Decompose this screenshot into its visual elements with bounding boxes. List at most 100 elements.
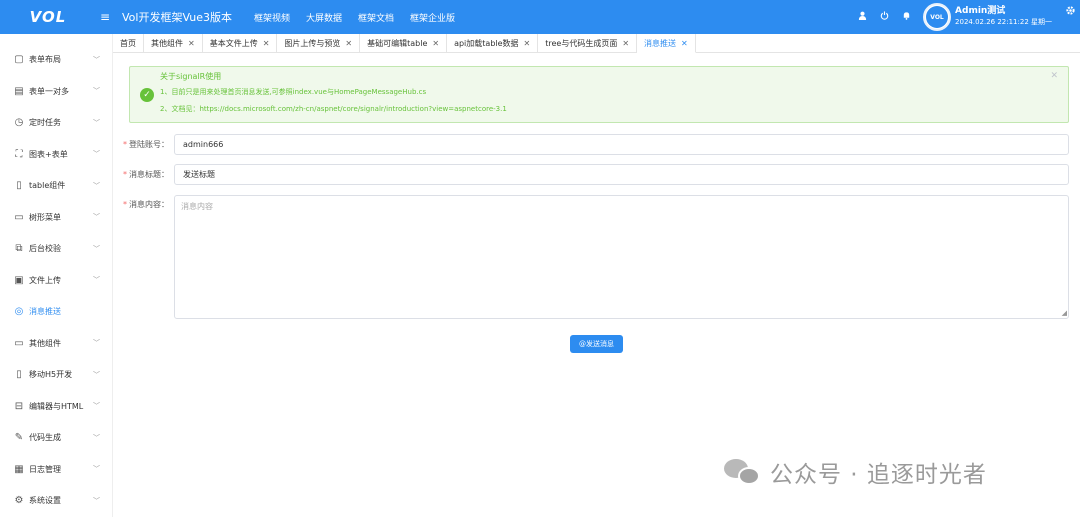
tab-label: tree与代码生成页面 bbox=[545, 39, 618, 48]
clock-icon: ◷ bbox=[14, 117, 24, 129]
close-icon[interactable]: ✕ bbox=[524, 39, 531, 48]
tab-label: 消息推送 bbox=[644, 38, 677, 48]
bell-icon[interactable] bbox=[895, 11, 917, 23]
sidebar-item-label: 表单布局 bbox=[29, 55, 61, 65]
account-value: admin666 bbox=[183, 140, 224, 149]
chevron-down-icon: ﹀ bbox=[93, 276, 100, 285]
tab-label: 首页 bbox=[120, 39, 136, 48]
tab-label: 基础可编辑table bbox=[367, 39, 428, 48]
chevron-down-icon: ﹀ bbox=[93, 370, 100, 379]
sidebar-item-message-push[interactable]: ◎ 消息推送 bbox=[0, 296, 112, 328]
sidebar-item-label: 树形菜单 bbox=[29, 212, 61, 222]
close-icon[interactable]: ✕ bbox=[345, 39, 352, 48]
chevron-down-icon: ﹀ bbox=[93, 150, 100, 159]
tab-home[interactable]: 首页 bbox=[113, 34, 144, 53]
sidebar-item-log-management[interactable]: ▦ 日志管理 ﹀ bbox=[0, 454, 112, 486]
close-icon[interactable]: ✕ bbox=[622, 39, 629, 48]
content-textarea[interactable]: 消息内容 ◢ bbox=[174, 195, 1069, 319]
subject-input[interactable]: 发送标题 bbox=[174, 164, 1069, 185]
user-time: 2024.02.26 22:11:22 星期一 bbox=[955, 18, 1052, 26]
chat-icon: ◎ bbox=[14, 306, 24, 318]
sidebar-item-system-settings[interactable]: ⚙ 系统设置 ﹀ bbox=[0, 485, 112, 517]
sidebar-item-label: 代码生成 bbox=[29, 433, 61, 443]
phone-icon: ▯ bbox=[16, 369, 22, 381]
sidebar-item-label: 其他组件 bbox=[29, 338, 61, 348]
monitor-icon: ▭ bbox=[14, 337, 24, 349]
sidebar-item-table-component[interactable]: ▯ table组件 ﹀ bbox=[0, 170, 112, 202]
required-mark: * bbox=[123, 170, 127, 179]
top-link-video[interactable]: 框架视频 bbox=[254, 11, 290, 24]
tab-label: 基本文件上传 bbox=[209, 39, 258, 48]
sidebar-item-tree-menu[interactable]: ▭ 树形菜单 ﹀ bbox=[0, 202, 112, 234]
table-icon: ▤ bbox=[14, 85, 24, 97]
sidebar-item-label: 日志管理 bbox=[29, 464, 61, 474]
tab-label: api加载table数据 bbox=[454, 39, 519, 48]
sidebar-item-editor-html[interactable]: ⊟ 编辑器与HTML ﹀ bbox=[0, 391, 112, 423]
gear-icon[interactable] bbox=[1060, 5, 1080, 19]
sidebar-item-mobile-h5[interactable]: ▯ 移动H5开发 ﹀ bbox=[0, 359, 112, 391]
top-link-enterprise[interactable]: 框架企业版 bbox=[410, 11, 455, 24]
required-mark: * bbox=[123, 200, 127, 209]
account-input[interactable]: admin666 bbox=[174, 134, 1069, 155]
tab-label: 其他组件 bbox=[151, 39, 183, 48]
calendar-icon: ▦ bbox=[14, 463, 24, 475]
tab-editable-table[interactable]: 基础可编辑table ✕ bbox=[360, 34, 448, 53]
sidebar-item-label: 消息推送 bbox=[29, 307, 61, 317]
top-link-docs[interactable]: 框架文档 bbox=[358, 11, 394, 24]
tab-label: 图片上传与预览 bbox=[284, 39, 341, 48]
sidebar-item-label: 编辑器与HTML bbox=[29, 401, 84, 411]
watermark-text: 公众号 · 追逐时光者 bbox=[770, 462, 987, 488]
sidebar-item-label: table组件 bbox=[29, 181, 66, 191]
close-icon[interactable]: ✕ bbox=[188, 39, 195, 48]
chevron-down-icon: ﹀ bbox=[93, 402, 100, 411]
sidebar-item-label: 后台校验 bbox=[29, 244, 61, 254]
user-icon[interactable] bbox=[851, 11, 873, 23]
sidebar-item-label: 定时任务 bbox=[29, 118, 61, 128]
chevron-down-icon: ﹀ bbox=[93, 244, 100, 253]
sidebar-item-backend-validation[interactable]: ⧉ 后台校验 ﹀ bbox=[0, 233, 112, 265]
sidebar-item-file-upload[interactable]: ▣ 文件上传 ﹀ bbox=[0, 265, 112, 297]
sidebar-item-label: 文件上传 bbox=[29, 275, 61, 285]
tab-api-table[interactable]: api加载table数据 ✕ bbox=[447, 34, 539, 53]
avatar[interactable]: VOL bbox=[923, 3, 952, 31]
chevron-down-icon: ﹀ bbox=[93, 87, 100, 96]
sidebar-item-code-generation[interactable]: ✎ 代码生成 ﹀ bbox=[0, 422, 112, 454]
chevron-down-icon: ﹀ bbox=[93, 433, 100, 442]
chevron-down-icon: ﹀ bbox=[93, 181, 100, 190]
user-name: Admin测试 bbox=[955, 6, 1006, 16]
tab-basic-file-upload[interactable]: 基本文件上传 ✕ bbox=[203, 34, 278, 53]
user-info[interactable]: Admin测试 2024.02.26 22:11:22 星期一 bbox=[955, 6, 1052, 28]
chevron-down-icon: ﹀ bbox=[93, 339, 100, 348]
sidebar-item-scheduled-tasks[interactable]: ◷ 定时任务 ﹀ bbox=[0, 107, 112, 139]
subject-value: 发送标题 bbox=[183, 170, 215, 179]
tab-image-upload-preview[interactable]: 图片上传与预览 ✕ bbox=[277, 34, 361, 53]
gear-icon: ⚙ bbox=[14, 495, 24, 507]
subject-label: * 消息标题： bbox=[123, 170, 169, 179]
send-message-button[interactable]: @发送消息 bbox=[570, 335, 623, 353]
tab-message-push[interactable]: 消息推送 ✕ bbox=[637, 34, 696, 53]
chevron-down-icon: ﹀ bbox=[93, 465, 100, 474]
sidebar-item-other-components[interactable]: ▭ 其他组件 ﹀ bbox=[0, 328, 112, 360]
sidebar-item-form-layout[interactable]: ▢ 表单布局 ﹀ bbox=[0, 44, 112, 76]
content-label: * 消息内容： bbox=[123, 200, 169, 209]
top-link-dashboard[interactable]: 大屏数据 bbox=[306, 11, 342, 24]
app-title: Vol开发框架Vue3版本 bbox=[122, 11, 232, 24]
menu-toggle-icon[interactable]: ≡ bbox=[96, 10, 114, 24]
tab-bar: 首页 其他组件 ✕ 基本文件上传 ✕ 图片上传与预览 ✕ 基础可编辑table … bbox=[113, 34, 1080, 53]
close-icon[interactable]: ✕ bbox=[681, 39, 688, 48]
content-placeholder: 消息内容 bbox=[181, 202, 213, 211]
tab-tree-codegen[interactable]: tree与代码生成页面 ✕ bbox=[538, 34, 638, 53]
editor-icon: ⊟ bbox=[14, 400, 24, 412]
alert-title: 关于signalR使用 bbox=[160, 72, 222, 81]
resize-handle-icon[interactable]: ◢ bbox=[1062, 309, 1067, 317]
edit-icon: ✎ bbox=[14, 432, 24, 444]
logo[interactable]: VOL bbox=[0, 8, 96, 26]
sidebar-item-chart-form[interactable]: ⛶ 图表+表单 ﹀ bbox=[0, 139, 112, 171]
power-icon[interactable] bbox=[873, 11, 895, 23]
close-icon[interactable]: ✕ bbox=[432, 39, 439, 48]
tab-other-components[interactable]: 其他组件 ✕ bbox=[144, 34, 203, 53]
form-icon: ▢ bbox=[14, 54, 24, 66]
close-icon[interactable]: ✕ bbox=[263, 39, 270, 48]
sidebar-item-form-one-to-many[interactable]: ▤ 表单一对多 ﹀ bbox=[0, 76, 112, 108]
close-icon[interactable]: ✕ bbox=[1050, 71, 1058, 81]
